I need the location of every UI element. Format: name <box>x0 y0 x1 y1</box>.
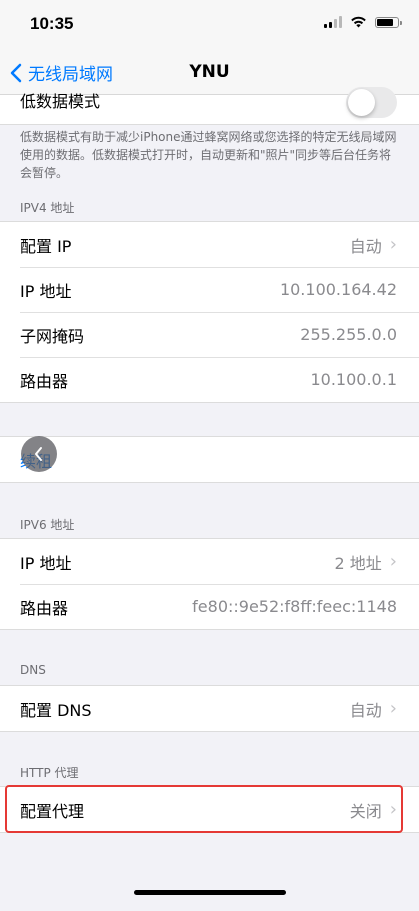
row-label: 配置 DNS <box>20 700 92 720</box>
status-icons <box>324 16 402 28</box>
page-title: YNU <box>189 62 230 82</box>
toggle-knob <box>348 89 375 116</box>
http-proxy-header: HTTP 代理 <box>20 766 79 780</box>
row-value: 自动 <box>349 700 382 720</box>
row-ip-address: IP 地址 10.100.164.42 <box>0 267 419 312</box>
row-label: 路由器 <box>20 598 69 618</box>
chevron-right-icon: › <box>389 698 397 719</box>
row-label: IP 地址 <box>20 281 72 301</box>
chevron-left-icon <box>35 447 42 461</box>
highlight-box <box>5 785 403 833</box>
renew-lease-button[interactable]: 续租 <box>0 437 419 482</box>
row-value: 自动 <box>349 236 382 256</box>
status-bar: 10:35 <box>0 0 419 50</box>
row-label: 子网掩码 <box>20 326 85 346</box>
row-configure-ip[interactable]: 配置 IP 自动 › <box>0 222 419 267</box>
row-value: fe80::9e52:f8ff:feec:1148 <box>192 597 397 616</box>
dns-group: 配置 DNS 自动 › <box>0 685 419 732</box>
assistive-touch-button[interactable] <box>21 436 57 472</box>
low-data-group: 低数据模式 <box>0 87 419 125</box>
renew-group: 续租 <box>0 436 419 483</box>
row-ipv6-router: 路由器 fe80::9e52:f8ff:feec:1148 <box>0 584 419 629</box>
row-label: IP 地址 <box>20 553 72 573</box>
cellular-signal-icon <box>324 16 342 28</box>
row-router: 路由器 10.100.0.1 <box>0 357 419 402</box>
renew-lease-label: 续租 <box>20 448 397 472</box>
chevron-right-icon: › <box>389 551 397 572</box>
status-time: 10:35 <box>30 14 74 33</box>
battery-icon <box>375 16 402 28</box>
home-indicator <box>134 890 286 895</box>
row-value: 255.255.0.0 <box>300 325 397 344</box>
row-value: 2 地址 <box>334 553 382 573</box>
row-ipv6-address[interactable]: IP 地址 2 地址 › <box>0 539 419 584</box>
low-data-toggle[interactable] <box>346 87 397 118</box>
row-value: 10.100.164.42 <box>279 280 397 299</box>
ipv6-header: IPV6 地址 <box>20 518 75 532</box>
low-data-label: 低数据模式 <box>20 92 101 111</box>
ipv4-group: 配置 IP 自动 › IP 地址 10.100.164.42 子网掩码 255.… <box>0 221 419 403</box>
ipv4-header: IPV4 地址 <box>20 201 75 215</box>
low-data-footer: 低数据模式有助于减少iPhone通过蜂窝网络或您选择的特定无线局域网使用的数据。… <box>20 130 397 180</box>
row-label: 路由器 <box>20 371 69 391</box>
ipv6-group: IP 地址 2 地址 › 路由器 fe80::9e52:f8ff:feec:11… <box>0 538 419 630</box>
row-value: 10.100.0.1 <box>310 370 397 389</box>
row-configure-dns[interactable]: 配置 DNS 自动 › <box>0 686 419 731</box>
wifi-icon <box>351 16 366 28</box>
dns-header: DNS <box>20 663 46 677</box>
row-label: 配置 IP <box>20 236 72 256</box>
chevron-right-icon: › <box>389 234 397 255</box>
row-subnet-mask: 子网掩码 255.255.0.0 <box>0 312 419 357</box>
